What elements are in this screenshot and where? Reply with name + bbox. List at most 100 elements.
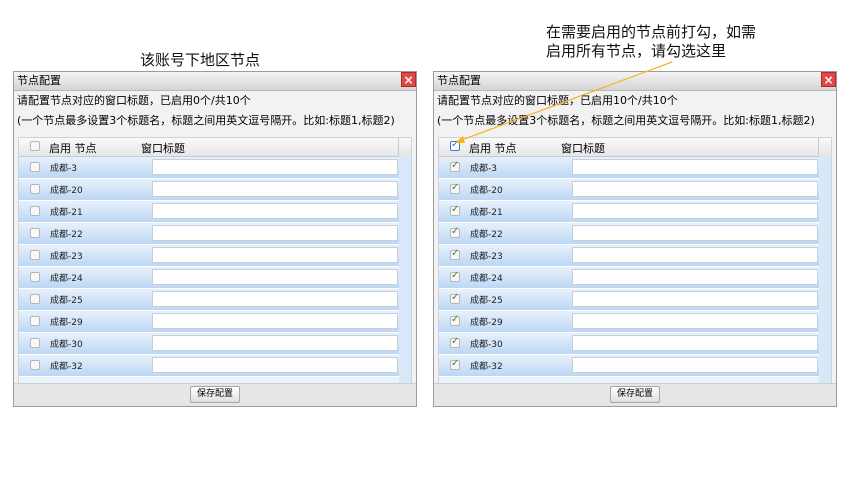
window-title-input[interactable] bbox=[572, 247, 818, 263]
dialog-titlebar: 节点配置 × bbox=[14, 72, 416, 91]
node-name: 成都-22 bbox=[50, 230, 83, 240]
table-row: 成都-3 bbox=[439, 157, 819, 179]
window-title-input[interactable] bbox=[572, 181, 818, 197]
table-header: 启用 节点 窗口标题 bbox=[439, 138, 831, 157]
info-enabled-count: 请配置节点对应的窗口标题，已启用10个/共10个 bbox=[437, 94, 678, 107]
node-enable-checkbox[interactable] bbox=[450, 204, 460, 216]
node-name: 成都-23 bbox=[50, 252, 83, 262]
right-caption: 在需要启用的节点前打勾，如需 启用所有节点，请勾选这里 bbox=[546, 23, 806, 61]
table-row: 成都-30 bbox=[19, 333, 399, 355]
table-row: 成都-21 bbox=[439, 201, 819, 223]
header-divider bbox=[818, 138, 819, 156]
node-enable-checkbox[interactable] bbox=[30, 294, 40, 304]
node-enable-checkbox[interactable] bbox=[30, 162, 40, 172]
table-row: 成都-29 bbox=[19, 311, 399, 333]
node-table: 启用 节点 窗口标题 成都-3 成都-20 成都-21 成都-22 成都-23 成都-24… bbox=[438, 137, 832, 387]
dialog-title: 节点配置 bbox=[437, 74, 481, 87]
info-hint: (一个节点最多设置3个标题名，标题之间用英文逗号隔开。比如:标题1,标题2) bbox=[17, 114, 395, 127]
node-enable-checkbox[interactable] bbox=[450, 182, 460, 194]
window-title-input[interactable] bbox=[152, 247, 398, 263]
node-enable-checkbox[interactable] bbox=[450, 160, 460, 172]
header-enable-node: 启用 节点 bbox=[49, 142, 97, 155]
window-title-input[interactable] bbox=[152, 159, 398, 175]
header-window-title: 窗口标题 bbox=[141, 142, 185, 155]
table-row: 成都-22 bbox=[19, 223, 399, 245]
node-enable-checkbox[interactable] bbox=[30, 360, 40, 370]
node-enable-checkbox[interactable] bbox=[30, 228, 40, 238]
node-name: 成都-22 bbox=[470, 230, 503, 240]
window-title-input[interactable] bbox=[572, 203, 818, 219]
header-divider bbox=[398, 138, 399, 156]
scrollbar-track[interactable] bbox=[399, 156, 411, 386]
select-all-checkbox[interactable] bbox=[450, 139, 460, 151]
table-row: 成都-25 bbox=[19, 289, 399, 311]
window-title-input[interactable] bbox=[572, 335, 818, 351]
window-title-input[interactable] bbox=[152, 291, 398, 307]
node-name: 成都-25 bbox=[470, 296, 503, 306]
table-row: 成都-24 bbox=[19, 267, 399, 289]
save-config-button[interactable]: 保存配置 bbox=[190, 386, 240, 403]
node-enable-checkbox[interactable] bbox=[450, 292, 460, 304]
window-title-input[interactable] bbox=[572, 291, 818, 307]
table-row: 成都-32 bbox=[19, 355, 399, 377]
scrollbar-track[interactable] bbox=[819, 156, 831, 386]
table-row: 成都-22 bbox=[439, 223, 819, 245]
save-config-button[interactable]: 保存配置 bbox=[610, 386, 660, 403]
dialog-footer: 保存配置 bbox=[14, 383, 416, 406]
node-enable-checkbox[interactable] bbox=[450, 270, 460, 282]
table-row: 成都-21 bbox=[19, 201, 399, 223]
window-title-input[interactable] bbox=[572, 313, 818, 329]
dialog-title: 节点配置 bbox=[17, 74, 61, 87]
dialog-footer: 保存配置 bbox=[434, 383, 836, 406]
node-enable-checkbox[interactable] bbox=[450, 336, 460, 348]
select-all-checkbox[interactable] bbox=[30, 141, 40, 151]
node-name: 成都-21 bbox=[50, 208, 83, 218]
window-title-input[interactable] bbox=[152, 203, 398, 219]
window-title-input[interactable] bbox=[152, 225, 398, 241]
table-rows: 成都-3 成都-20 成都-21 成都-22 成都-23 成都-24 成都-25 成都-29 成… bbox=[19, 157, 411, 377]
window-title-input[interactable] bbox=[152, 357, 398, 373]
node-config-dialog-right: 节点配置 × 请配置节点对应的窗口标题，已启用10个/共10个 (一个节点最多设… bbox=[433, 71, 837, 407]
node-enable-checkbox[interactable] bbox=[450, 248, 460, 260]
node-enable-checkbox[interactable] bbox=[450, 314, 460, 326]
window-title-input[interactable] bbox=[152, 181, 398, 197]
node-enable-checkbox[interactable] bbox=[450, 226, 460, 238]
node-enable-checkbox[interactable] bbox=[30, 316, 40, 326]
window-title-input[interactable] bbox=[152, 335, 398, 351]
info-hint: (一个节点最多设置3个标题名，标题之间用英文逗号隔开。比如:标题1,标题2) bbox=[437, 114, 815, 127]
left-caption: 该账号下地区节点 bbox=[140, 51, 261, 69]
close-icon[interactable]: × bbox=[401, 72, 416, 87]
node-name: 成都-32 bbox=[470, 362, 503, 372]
table-row: 成都-20 bbox=[439, 179, 819, 201]
node-name: 成都-21 bbox=[470, 208, 503, 218]
window-title-input[interactable] bbox=[572, 159, 818, 175]
node-name: 成都-25 bbox=[50, 296, 83, 306]
node-enable-checkbox[interactable] bbox=[30, 184, 40, 194]
node-enable-checkbox[interactable] bbox=[30, 272, 40, 282]
table-row: 成都-30 bbox=[439, 333, 819, 355]
window-title-input[interactable] bbox=[152, 269, 398, 285]
table-row: 成都-25 bbox=[439, 289, 819, 311]
node-name: 成都-3 bbox=[50, 164, 77, 174]
window-title-input[interactable] bbox=[572, 225, 818, 241]
window-title-input[interactable] bbox=[152, 313, 398, 329]
node-enable-checkbox[interactable] bbox=[30, 338, 40, 348]
window-title-input[interactable] bbox=[572, 269, 818, 285]
node-enable-checkbox[interactable] bbox=[30, 206, 40, 216]
node-enable-checkbox[interactable] bbox=[450, 358, 460, 370]
node-name: 成都-24 bbox=[50, 274, 83, 284]
close-icon[interactable]: × bbox=[821, 72, 836, 87]
node-enable-checkbox[interactable] bbox=[30, 250, 40, 260]
window-title-input[interactable] bbox=[572, 357, 818, 373]
node-name: 成都-29 bbox=[470, 318, 503, 328]
dialog-titlebar: 节点配置 × bbox=[434, 72, 836, 91]
node-name: 成都-23 bbox=[470, 252, 503, 262]
right-caption-line2: 启用所有节点，请勾选这里 bbox=[546, 42, 727, 60]
node-name: 成都-3 bbox=[470, 164, 497, 174]
table-header: 启用 节点 窗口标题 bbox=[19, 138, 411, 157]
node-name: 成都-29 bbox=[50, 318, 83, 328]
table-row: 成都-29 bbox=[439, 311, 819, 333]
table-rows: 成都-3 成都-20 成都-21 成都-22 成都-23 成都-24 成都-25 成都-29 成… bbox=[439, 157, 831, 377]
node-name: 成都-30 bbox=[50, 340, 83, 350]
node-name: 成都-30 bbox=[470, 340, 503, 350]
